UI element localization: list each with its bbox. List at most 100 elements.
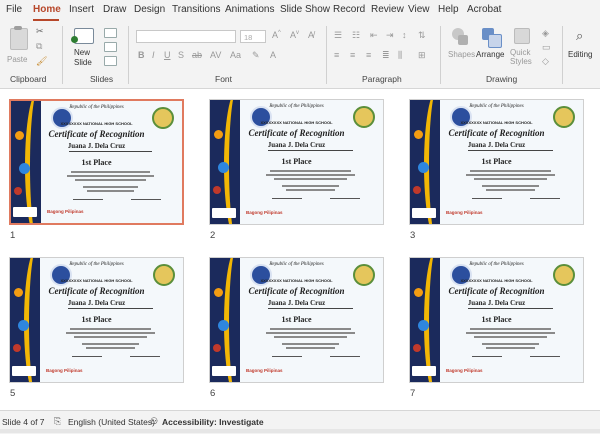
cert-text-line: [286, 347, 335, 349]
cert-text-line: [486, 189, 535, 191]
font-size-field[interactable]: 18: [240, 30, 266, 43]
slide-number: 5: [10, 388, 16, 399]
planet-icon: [13, 344, 21, 352]
highlight-icon[interactable]: ✎: [252, 50, 260, 61]
format-painter-icon[interactable]: 🖌: [36, 56, 47, 67]
cert-name-underline: [268, 150, 353, 151]
section-icon[interactable]: [104, 56, 117, 66]
numbering-icon[interactable]: ☷: [352, 30, 360, 41]
italic-icon[interactable]: I: [152, 50, 155, 60]
bold-icon[interactable]: B: [138, 50, 145, 60]
justify-icon[interactable]: ≣: [382, 50, 390, 61]
tab-file[interactable]: File: [6, 4, 22, 15]
cert-name-underline: [468, 308, 553, 309]
layout-icon[interactable]: [104, 28, 117, 38]
planet-icon: [14, 187, 22, 195]
shapes-button[interactable]: Shapes: [446, 26, 475, 72]
tab-record[interactable]: Record: [333, 4, 365, 15]
slide-thumbnail[interactable]: Republic of the Philippines XXXXXXXX NAT…: [409, 99, 584, 225]
signature-line: [530, 356, 560, 357]
decrease-font-icon[interactable]: Av: [290, 30, 299, 40]
clipboard-clip-icon: [14, 26, 22, 30]
scroll-strip: [0, 429, 600, 433]
cert-place: 1st Place: [81, 315, 112, 324]
cert-name: Juana J. Dela Cruz: [67, 142, 126, 150]
bagong-pilipinas-logo: Bagong Pilipinas: [246, 210, 283, 215]
accessibility-icon[interactable]: ⚇: [150, 416, 158, 427]
text-direction-icon[interactable]: ⇅: [418, 30, 426, 41]
paste-button[interactable]: Paste: [6, 26, 32, 70]
group-label-font: Font: [215, 74, 233, 84]
ribbon: Paste ✂ ⧉ 🖌 Clipboard New Slide Slides 1…: [0, 22, 600, 89]
underline-icon[interactable]: U: [164, 50, 171, 60]
signature-line: [330, 198, 360, 199]
tab-design[interactable]: Design: [134, 4, 165, 15]
tab-home[interactable]: Home: [33, 4, 61, 15]
bullets-icon[interactable]: ☰: [334, 30, 342, 41]
cut-icon[interactable]: ✂: [36, 26, 44, 37]
cert-text-line: [282, 185, 339, 187]
tab-animations[interactable]: Animations: [225, 4, 274, 15]
columns-icon[interactable]: ⫼: [398, 50, 402, 61]
slide-thumbnail[interactable]: Republic of the Philippines XXXXXXXX NAT…: [409, 257, 584, 383]
tab-insert[interactable]: Insert: [69, 4, 94, 15]
paste-icon: [10, 28, 28, 50]
cert-republic: Republic of the Philippines: [269, 104, 324, 109]
cert-text-line: [83, 186, 138, 188]
align-left-icon[interactable]: ≡: [334, 50, 339, 60]
decrease-indent-icon[interactable]: ⇤: [370, 30, 378, 41]
cert-text-line: [70, 328, 151, 330]
cert-school: XXXXXXXX NATIONAL HIGH SCHOOL: [60, 121, 133, 126]
cert-school: XXXXXXXX NATIONAL HIGH SCHOOL: [260, 120, 333, 125]
increase-font-icon[interactable]: A^: [272, 30, 281, 40]
editing-button[interactable]: ⌕ Editing: [566, 26, 600, 72]
slide-thumbnail[interactable]: Republic of the Philippines XXXXXXXX NAT…: [209, 257, 384, 383]
tab-draw[interactable]: Draw: [103, 4, 126, 15]
language-status[interactable]: English (United States): [68, 417, 155, 427]
strikethrough-icon[interactable]: ab: [192, 50, 202, 60]
slide-thumbnail[interactable]: Republic of the Philippines XXXXXXXX NAT…: [9, 99, 184, 225]
tab-acrobat[interactable]: Acrobat: [467, 4, 501, 15]
reset-icon[interactable]: [104, 42, 117, 52]
smartart-icon[interactable]: ⊞: [418, 50, 426, 61]
new-slide-button[interactable]: New Slide: [68, 26, 98, 72]
quick-styles-button[interactable]: Quick Styles: [508, 26, 536, 72]
tab-transitions[interactable]: Transitions: [172, 4, 221, 15]
cert-place: 1st Place: [281, 157, 312, 166]
cert-school: XXXXXXXX NATIONAL HIGH SCHOOL: [60, 278, 133, 283]
tab-review[interactable]: Review: [371, 4, 404, 15]
cert-school: XXXXXXXX NATIONAL HIGH SCHOOL: [460, 278, 533, 283]
cert-title: Certificate of Recognition: [448, 128, 545, 138]
shadow-icon[interactable]: S: [178, 50, 184, 60]
align-center-icon[interactable]: ≡: [350, 50, 355, 60]
shape-fill-icon[interactable]: ◈: [542, 28, 549, 39]
signature-line: [530, 198, 560, 199]
tab-help[interactable]: Help: [438, 4, 459, 15]
shape-outline-icon[interactable]: ▭: [542, 42, 551, 53]
signature-line: [272, 198, 302, 199]
line-spacing-icon[interactable]: ↕: [402, 30, 407, 40]
spelling-icon[interactable]: ⎘: [54, 416, 61, 427]
slide-thumbnail[interactable]: Republic of the Philippines XXXXXXXX NAT…: [209, 99, 384, 225]
slide-thumbnail[interactable]: Republic of the Philippines XXXXXXXX NAT…: [9, 257, 184, 383]
arrange-button[interactable]: Arrange: [476, 26, 506, 72]
font-name-field[interactable]: [136, 30, 236, 43]
accessibility-status[interactable]: Accessibility: Investigate: [162, 417, 264, 427]
arrange-back-icon: [488, 34, 502, 48]
tab-view[interactable]: View: [408, 4, 430, 15]
tab-slide-show[interactable]: Slide Show: [280, 4, 330, 15]
planet-icon: [213, 186, 221, 194]
flag-logos-icon: [412, 208, 436, 218]
shape-effects-icon[interactable]: ◇: [542, 56, 549, 67]
cert-text-line: [75, 179, 146, 181]
increase-indent-icon[interactable]: ⇥: [386, 30, 394, 41]
cert-school: XXXXXXXX NATIONAL HIGH SCHOOL: [260, 278, 333, 283]
editing-label: Editing: [568, 50, 593, 59]
font-color-icon[interactable]: A: [270, 50, 276, 60]
align-right-icon[interactable]: ≡: [366, 50, 371, 60]
cert-place: 1st Place: [481, 315, 512, 324]
character-spacing-icon[interactable]: AV: [210, 50, 221, 60]
copy-icon[interactable]: ⧉: [36, 41, 42, 52]
clear-formatting-icon[interactable]: A̸: [308, 30, 314, 40]
change-case-icon[interactable]: Aa: [230, 50, 241, 60]
